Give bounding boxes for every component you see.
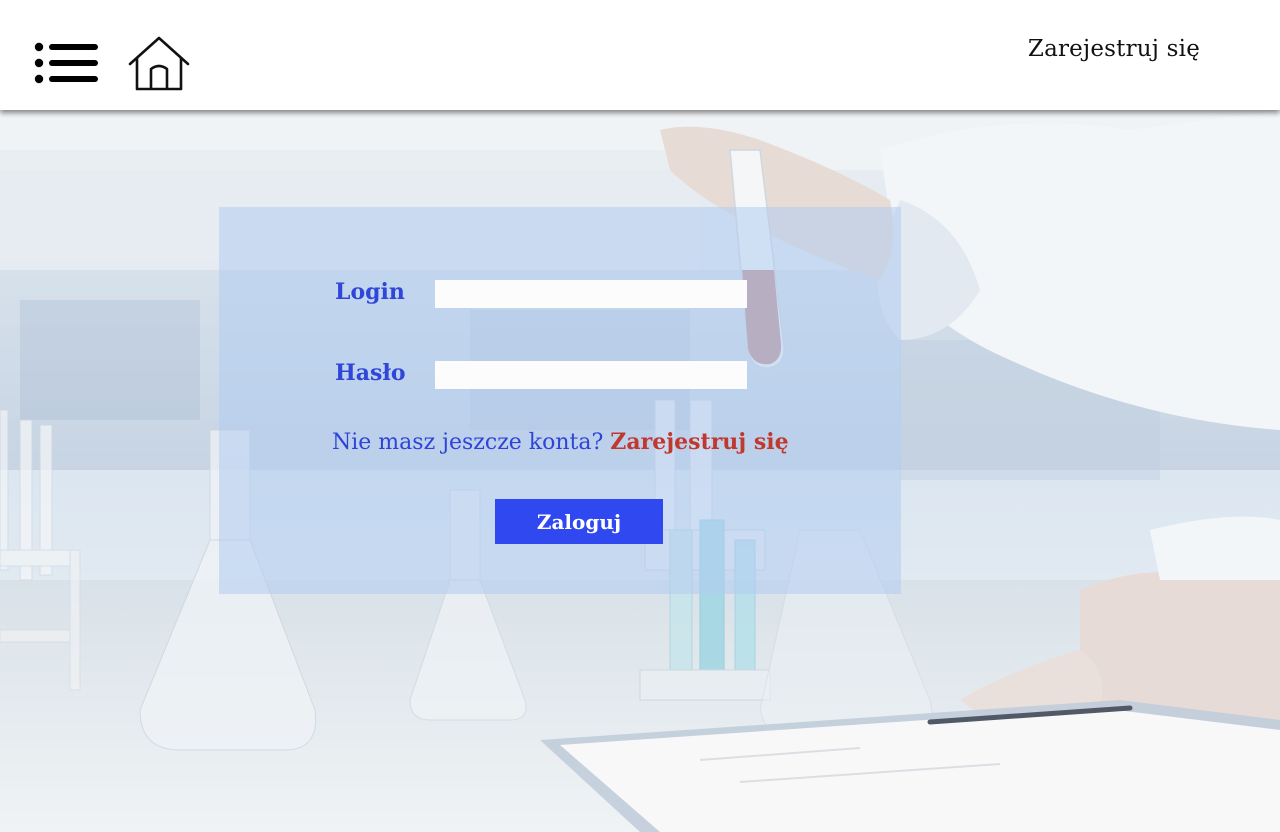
login-submit-button[interactable]: Zaloguj xyxy=(495,499,663,544)
home-icon xyxy=(128,36,190,91)
menu-button[interactable] xyxy=(34,42,100,84)
home-button[interactable] xyxy=(128,36,190,92)
top-header: Zarejestruj się xyxy=(0,0,1280,110)
signup-link[interactable]: Zarejestruj się xyxy=(610,429,788,455)
list-menu-icon xyxy=(34,42,98,84)
login-input[interactable] xyxy=(435,280,747,308)
password-label: Hasło xyxy=(335,360,406,386)
login-panel: Login Hasło Nie masz jeszcze konta? Zare… xyxy=(219,207,901,594)
password-input[interactable] xyxy=(435,361,747,389)
no-account-text: Nie masz jeszcze konta? xyxy=(332,430,604,455)
signup-prompt: Nie masz jeszcze konta? Zarejestruj się xyxy=(332,429,789,455)
login-label: Login xyxy=(335,279,405,305)
login-page: Zarejestruj się Login Hasło Nie masz jes… xyxy=(0,0,1280,832)
header-register-link[interactable]: Zarejestruj się xyxy=(1028,36,1200,62)
